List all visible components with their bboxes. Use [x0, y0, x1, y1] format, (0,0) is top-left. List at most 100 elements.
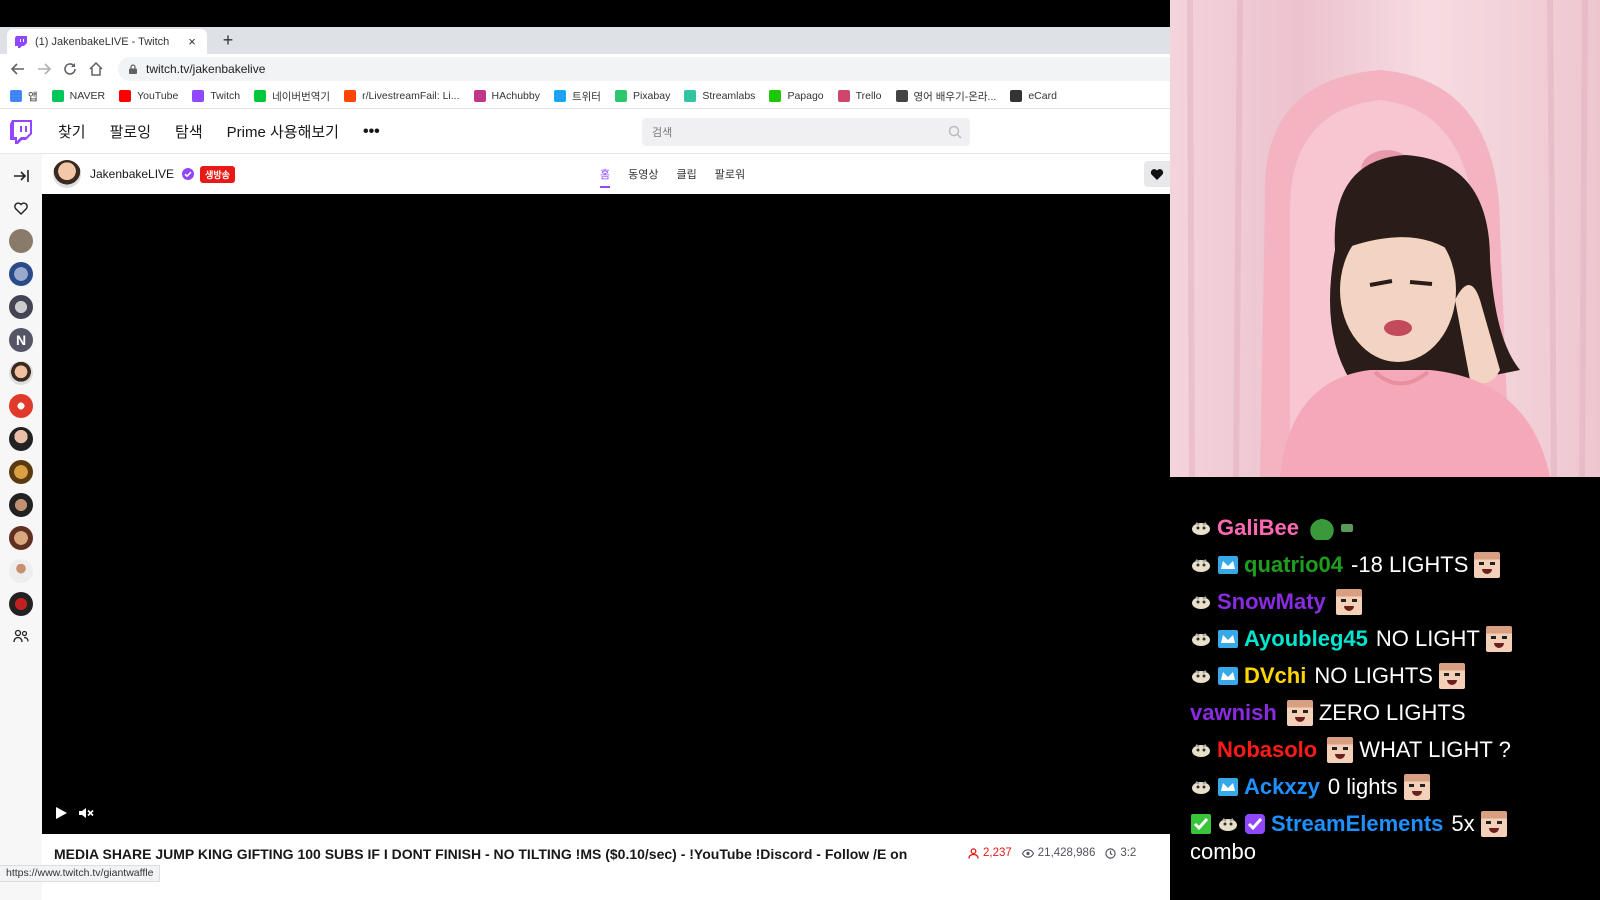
followed-channel-avatar[interactable] [9, 460, 33, 484]
stream-info-bar: MEDIA SHARE JUMP KING GIFTING 100 SUBS I… [42, 834, 1170, 900]
channel-name[interactable]: JakenbakeLIVE [90, 167, 174, 181]
browser-window: (1) JakenbakeLIVE - Twitch × + twitch.tv… [0, 27, 1170, 900]
chat-username[interactable]: GaliBee [1217, 515, 1299, 541]
twitch-logo[interactable] [0, 110, 42, 154]
bookmark-item[interactable]: Papago [769, 90, 824, 102]
bookmark-item[interactable]: Streamlabs [684, 90, 755, 102]
chat-username[interactable]: StreamElements [1271, 811, 1443, 837]
followed-channel-avatar[interactable] [9, 427, 33, 451]
bookmark-favicon-icon [254, 90, 267, 102]
bookmark-label: Streamlabs [702, 90, 756, 102]
chat-username[interactable]: Ayoubleg45 [1244, 626, 1368, 652]
back-button[interactable] [5, 56, 31, 82]
search-button[interactable] [940, 118, 970, 146]
bookmark-item[interactable]: HAchubby [473, 90, 540, 102]
subscriber-badge-icon [1218, 667, 1238, 685]
bookmark-item[interactable]: YouTube [119, 90, 178, 102]
moderator-badge-icon [1192, 744, 1210, 757]
bookmark-item[interactable]: Pixabay [614, 90, 670, 102]
bookmark-item[interactable]: 앱 [10, 89, 38, 104]
face-emote-icon [1485, 626, 1512, 652]
new-tab-button[interactable]: + [218, 30, 238, 50]
bookmark-favicon-icon [614, 90, 627, 102]
checkmark-badge-icon [1191, 814, 1211, 834]
bookmark-item[interactable]: 네이버번역기 [254, 89, 330, 104]
chat-message-text: 5x [1451, 811, 1475, 836]
expand-sidebar-button[interactable] [9, 164, 33, 188]
tab-clips[interactable]: 클립 [677, 154, 697, 194]
uptime: 3:2 [1105, 847, 1136, 859]
nav-explore-link[interactable]: 탐색 [175, 121, 203, 142]
followed-channel-avatar[interactable] [9, 526, 33, 550]
home-icon [89, 62, 103, 76]
webcam-feed [1170, 0, 1600, 477]
uptime-value: 3:2 [1120, 847, 1137, 859]
face-emote-icon [1286, 700, 1313, 726]
browser-tab[interactable]: (1) JakenbakeLIVE - Twitch × [7, 29, 207, 54]
follow-button[interactable] [1144, 161, 1170, 187]
bookmark-favicon-icon [769, 90, 782, 102]
chat-username[interactable]: quatrio04 [1244, 552, 1343, 578]
twitch-favicon-icon [15, 35, 27, 48]
tab-bar: (1) JakenbakeLIVE - Twitch × + [0, 27, 1170, 54]
face-emote-icon [1335, 589, 1362, 615]
chat-username[interactable]: SnowMaty [1217, 589, 1326, 615]
followed-channel-avatar[interactable] [9, 394, 33, 418]
moderator-badge-icon [1192, 633, 1210, 646]
video-player[interactable] [42, 194, 1170, 834]
followed-channel-avatar[interactable] [9, 559, 33, 583]
search-input[interactable]: 검색 [642, 118, 940, 146]
followed-channel-avatar[interactable] [9, 592, 33, 616]
bookmark-item[interactable]: 트위터 [553, 89, 601, 104]
bookmark-item[interactable]: eCard [1010, 90, 1057, 102]
bookmark-item[interactable]: Trello [837, 90, 882, 102]
bookmark-item[interactable]: NAVER [51, 90, 106, 102]
more-menu-button[interactable]: ••• [363, 123, 380, 141]
bookmark-favicon-icon [10, 90, 22, 102]
chat-message-continued: combo [1190, 839, 1256, 865]
followed-channel-avatar[interactable] [9, 229, 33, 253]
twitch-top-nav: 찾기 팔로잉 탐색 Prime 사용해보기 ••• 검색 [0, 110, 1170, 154]
stream-title: MEDIA SHARE JUMP KING GIFTING 100 SUBS I… [54, 846, 908, 884]
address-bar-row: twitch.tv/jakenbakelive [0, 54, 1170, 84]
tab-videos[interactable]: 동영상 [628, 154, 658, 194]
home-button[interactable] [83, 56, 109, 82]
bookmark-item[interactable]: 영어 배우기-온라... [895, 89, 996, 104]
followed-channel-avatar[interactable] [9, 295, 33, 319]
followed-channel-avatar[interactable] [9, 493, 33, 517]
reload-button[interactable] [57, 56, 83, 82]
followed-heart-icon [9, 196, 33, 220]
verified-bot-badge-icon [1245, 814, 1265, 834]
bookmark-item[interactable]: r/LivestreamFail: Li... [344, 90, 460, 102]
tab-close-icon[interactable]: × [185, 34, 199, 49]
tab-followers[interactable]: 팔로워 [715, 154, 745, 194]
nav-browse-link[interactable]: 찾기 [58, 121, 86, 142]
bookmark-label: 트위터 [571, 90, 601, 103]
chat-message: vawnish ZERO LIGHTS [1190, 700, 1470, 726]
chat-username[interactable]: Ackxzy [1244, 774, 1320, 800]
recommended-friends-icon[interactable] [9, 624, 33, 648]
chat-username[interactable]: vawnish [1190, 700, 1277, 726]
chat-username[interactable]: Nobasolo [1217, 737, 1317, 763]
followed-channel-avatar[interactable] [9, 262, 33, 286]
chat-message-text: NO LIGHTS [1314, 663, 1433, 688]
nav-following-link[interactable]: 팔로잉 [110, 121, 151, 142]
play-icon[interactable] [54, 806, 68, 820]
channel-avatar[interactable] [53, 160, 81, 188]
bookmark-item[interactable]: Twitch [192, 90, 240, 102]
lock-icon [129, 64, 137, 74]
bookmark-favicon-icon [473, 90, 486, 102]
followed-channel-avatar[interactable]: N [9, 328, 33, 352]
bookmark-label: NAVER [69, 90, 106, 102]
bookmark-label: r/LivestreamFail: Li... [362, 90, 460, 102]
url-input[interactable]: twitch.tv/jakenbakelive [118, 57, 1170, 81]
nav-prime-link[interactable]: Prime 사용해보기 [227, 121, 339, 142]
forward-button[interactable] [31, 56, 57, 82]
channel-header: JakenbakeLIVE 생방송 홈 동영상 클립 팔로워 [42, 154, 1170, 194]
chat-message: StreamElements 5x [1190, 811, 1513, 837]
bookmark-label: Twitch [210, 90, 241, 102]
volume-muted-icon[interactable] [78, 806, 94, 820]
tab-home[interactable]: 홈 [600, 154, 611, 194]
chat-username[interactable]: DVchi [1244, 663, 1306, 689]
followed-channel-avatar[interactable] [9, 361, 33, 385]
